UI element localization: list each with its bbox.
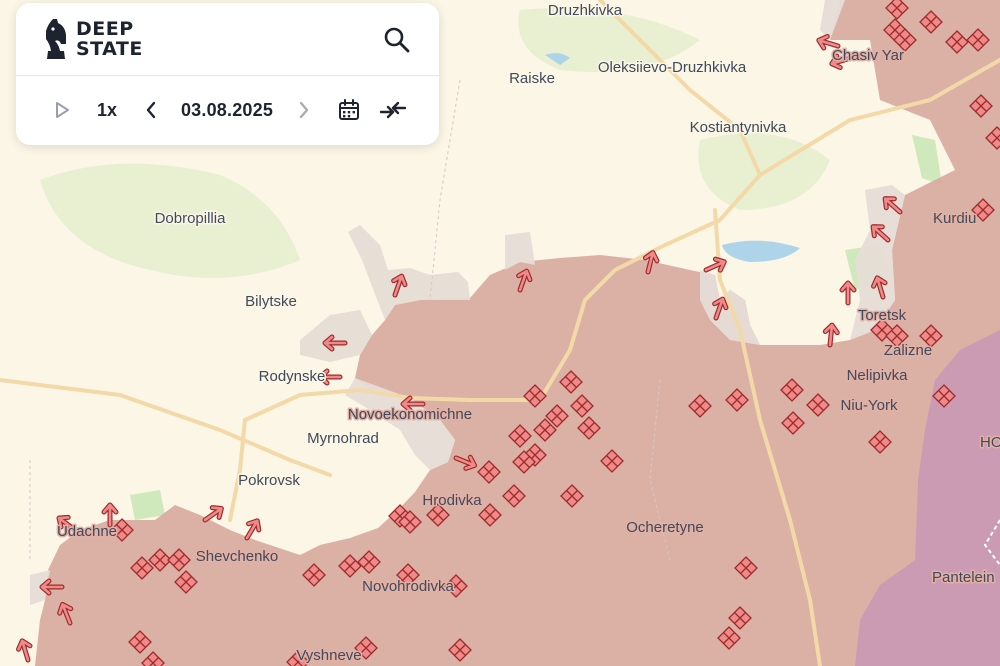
calendar-icon [339,99,359,120]
place-label: Niu-York [841,397,898,414]
previous-day-button[interactable] [141,95,161,125]
map-control-panel: DEEP STATE 1x 03.08.2025 [16,3,439,145]
place-label: Raiske [509,70,555,87]
place-label: Nelipivka [847,367,909,384]
place-label: Kostiantynivka [690,119,787,136]
place-label: Dobropillia [155,210,227,227]
compare-dates-button[interactable] [378,95,408,125]
search-icon [384,27,410,53]
chevron-left-icon [146,101,156,119]
arrows-compare-icon [379,101,407,119]
knight-chess-icon [46,19,66,59]
playback-speed-button[interactable]: 1x [92,95,122,125]
current-date[interactable]: 03.08.2025 [174,95,280,125]
place-label: Toretsk [858,307,907,324]
logo-line-1: DEEP [76,18,134,40]
place-label: Pantelein [932,569,995,586]
calendar-button[interactable] [336,95,362,125]
place-label: Shevchenko [196,548,279,565]
logo-line-2: STATE [76,38,143,60]
place-label: Myrnohrad [307,430,379,447]
place-label: Novohrodivka [362,578,454,595]
deepstate-logo[interactable]: DEEP STATE [44,15,143,63]
place-label: Chasiv Yar [832,47,904,64]
panel-header: DEEP STATE [16,3,439,76]
play-icon [56,102,69,118]
place-label: Kurdiu [933,210,976,227]
search-button[interactable] [382,25,412,55]
place-label: HO [980,434,1000,451]
place-label: Ocheretyne [626,519,704,536]
timeline-controls: 1x 03.08.2025 [16,76,439,145]
place-label: Novoekonomichne [348,406,472,423]
place-label: Hrodivka [422,492,482,509]
place-label: Udachne [57,523,117,540]
place-label: Pokrovsk [238,472,300,489]
place-label: Zalizne [884,342,932,359]
place-label: Oleksiievo-Druzhkivka [598,59,747,76]
chevron-right-icon [299,101,309,119]
place-label: Bilytske [245,293,297,310]
next-day-button[interactable] [294,95,314,125]
place-label: Vyshneve [296,647,361,664]
place-label: Druzhkivka [548,2,623,19]
play-button[interactable] [50,95,74,125]
place-label: Rodynske [259,368,326,385]
